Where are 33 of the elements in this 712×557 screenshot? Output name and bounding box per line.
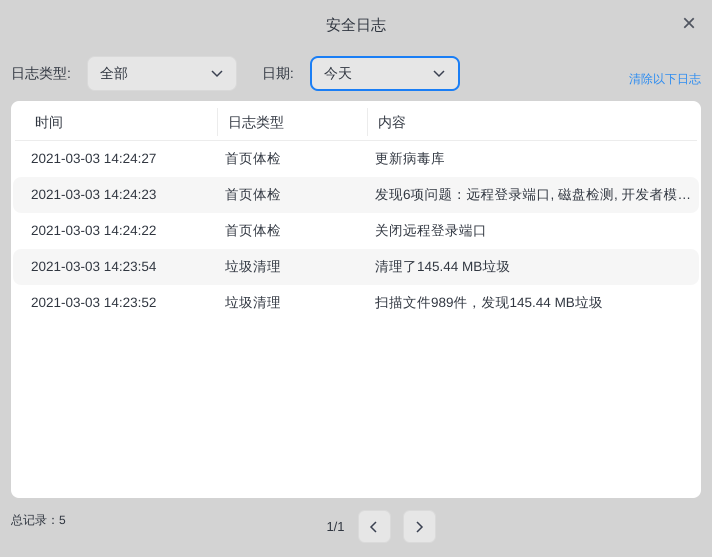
total-records: 总记录：5 [11, 512, 66, 529]
page-indicator: 1/1 [326, 518, 345, 536]
table-cell: 2021-03-03 14:24:22 [31, 223, 156, 238]
window-title: 安全日志 [326, 16, 386, 36]
table-row[interactable]: 2021-03-03 14:23:54 垃圾清理 清理了145.44 MB垃圾 [13, 249, 699, 285]
table-row[interactable]: 2021-03-03 14:24:22 首页体检 关闭远程登录端口 [13, 213, 699, 249]
table-cell: 2021-03-03 14:23:52 [31, 295, 156, 310]
column-header: 日志类型 [228, 112, 284, 132]
table-cell: 2021-03-03 14:24:23 [31, 187, 156, 202]
close-button[interactable]: × [682, 12, 696, 36]
table-row[interactable]: 2021-03-03 14:24:27 首页体检 更新病毒库 [13, 141, 699, 177]
table-cell: 首页体检 [225, 223, 281, 238]
dropdown[interactable]: 今天 [310, 56, 460, 90]
table-row[interactable]: 2021-03-03 14:24:23 首页体检 发现6项问题：远程登录端口, 磁盘检测, 开发者模… [13, 177, 699, 213]
table-cell: 扫描文件989件，发现145.44 MB垃圾 [375, 295, 603, 310]
table-row[interactable]: 2021-03-03 14:23:52 垃圾清理 扫描文件989件，发现145.44 MB垃圾 [13, 285, 699, 321]
table-cell: 首页体检 [225, 151, 281, 166]
next-page-button[interactable] [402, 510, 436, 543]
table-cell: 2021-03-03 14:23:54 [31, 259, 156, 274]
filter-label: 日志类型: [11, 64, 71, 82]
table-cell: 清理了145.44 MB垃圾 [375, 259, 510, 274]
table-cell: 发现6项问题：远程登录端口, 磁盘检测, 开发者模… [375, 187, 692, 202]
dropdown[interactable]: 全部 [86, 56, 237, 90]
table-cell: 垃圾清理 [225, 259, 281, 274]
column-header: 内容 [378, 112, 406, 132]
filter-label: 日期: [262, 64, 294, 82]
table-cell: 2021-03-03 14:24:27 [31, 151, 156, 166]
table-cell: 首页体检 [225, 187, 281, 202]
column-header: 时间 [35, 112, 63, 132]
table-cell: 垃圾清理 [225, 295, 281, 310]
table-cell: 更新病毒库 [375, 151, 445, 166]
previous-page-button[interactable] [358, 510, 391, 543]
table-cell: 关闭远程登录端口 [375, 223, 487, 238]
